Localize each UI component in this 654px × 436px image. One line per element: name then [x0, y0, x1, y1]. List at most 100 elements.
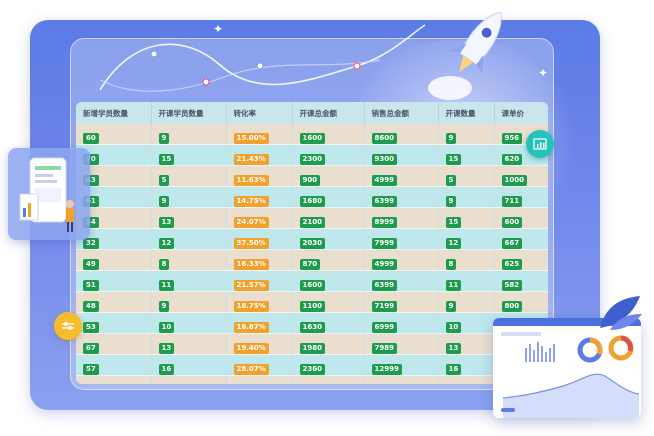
table-cell: 15 [438, 144, 495, 166]
column-header: 开课数量 [438, 102, 495, 124]
value-badge: 53 [83, 321, 99, 333]
value-badge: 19.40% [233, 342, 269, 354]
table-cell: 1980 [292, 333, 365, 355]
value-badge: 1980 [299, 342, 325, 354]
value-badge: 8600 [371, 132, 397, 144]
table-cell: 15 [438, 207, 495, 229]
value-badge: 37.50% [233, 237, 269, 249]
value-badge: 2300 [299, 153, 325, 165]
value-badge: 900 [299, 174, 321, 186]
table-cell: 9 [151, 291, 227, 313]
value-badge: 1680 [299, 195, 325, 207]
column-header: 新增学员数量 [76, 102, 152, 124]
table-cell: 4999 [364, 249, 439, 271]
table-cell: 51 [76, 270, 152, 292]
table-cell: 4999 [364, 165, 439, 187]
value-badge: 6399 [371, 195, 397, 207]
table-cell: 2030 [292, 228, 365, 250]
sliders-icon[interactable] [54, 312, 82, 340]
table-cell: 900 [292, 165, 365, 187]
value-badge: 2100 [299, 216, 325, 228]
table-cell: 1600 [292, 270, 365, 292]
table-cell: 11.63% [226, 165, 293, 187]
value-badge: 8 [445, 258, 457, 270]
table-row: 49 8 16.33% 870 4999 8 625 [76, 249, 548, 271]
table-cell: 21.43% [226, 144, 293, 166]
table-row: 60 9 15.00% 1600 8600 9 956 [76, 124, 548, 145]
column-header: 课单价 [494, 102, 548, 124]
table-row: 571628.07%23601299916812 [76, 354, 548, 376]
table-cell: 11 [151, 270, 227, 292]
table-row: 531018.87%1630699910700 [76, 312, 548, 334]
value-badge: 870 [299, 258, 321, 270]
value-badge: 9 [445, 195, 457, 207]
table-cell: 67 [76, 333, 152, 355]
table-cell: 5 [151, 165, 227, 187]
table-cell: 2100 [292, 207, 365, 229]
table-cell: 8 [151, 249, 227, 271]
table-cell: 8999 [364, 207, 439, 229]
value-badge: 13 [445, 342, 462, 354]
value-badge: 8999 [371, 216, 397, 228]
value-badge: 667 [501, 237, 523, 249]
table-cell: 15.00% [226, 124, 293, 145]
value-badge: 4999 [371, 174, 397, 186]
value-badge: 10 [158, 321, 175, 333]
table-row: 70 15 21.43% 2300 9300 15 620 [76, 144, 548, 166]
value-badge: 57 [83, 363, 99, 375]
table-cell: 9 [438, 124, 495, 145]
value-badge: 9 [445, 300, 457, 312]
table-cell: 9 [438, 291, 495, 313]
table-cell: 12999 [364, 354, 439, 376]
table-cell: 12 [438, 228, 495, 250]
value-badge: 9 [158, 132, 170, 144]
table-cell: 12 [438, 375, 495, 384]
table-cell: 10 [438, 312, 495, 334]
table-cell: 711 [494, 186, 548, 208]
table-cell: 16 [438, 354, 495, 376]
table-cell: 65 [76, 375, 152, 384]
table-cell: 13 [151, 333, 227, 355]
column-header: 转化率 [226, 102, 293, 124]
value-badge: 1100 [299, 300, 325, 312]
table-cell: 28.07% [226, 354, 293, 376]
table-cell: 18.46% [226, 375, 293, 384]
table-cell: 7999 [364, 228, 439, 250]
value-badge: 10 [445, 321, 462, 333]
table-cell: 60 [76, 124, 152, 145]
value-badge: 13 [158, 216, 175, 228]
value-badge: 16.33% [233, 258, 269, 270]
table-cell: 15 [151, 144, 227, 166]
table-cell: 1000 [494, 165, 548, 187]
value-badge: 21.57% [233, 279, 269, 291]
table-cell: 8600 [364, 124, 439, 145]
table-cell: 19.40% [226, 333, 293, 355]
value-badge: 13 [158, 342, 175, 354]
table-cell: 9 [151, 124, 227, 145]
value-badge: 9 [445, 132, 457, 144]
bar-chart-icon[interactable] [526, 130, 554, 158]
value-badge: 711 [501, 195, 523, 207]
value-badge: 12999 [371, 363, 402, 375]
value-badge: 2360 [299, 363, 325, 375]
table-cell: 16 [151, 354, 227, 376]
value-badge: 9 [158, 300, 170, 312]
table-row: 32 12 37.50% 2030 7999 12 667 [76, 228, 548, 250]
value-badge: 5 [158, 174, 170, 186]
table-cell: 13 [151, 207, 227, 229]
data-table: 新增学员数量 开课学员数量 转化率 开课总金额 销售总金额 开课数量 课单价 60 9 15.0… [76, 102, 548, 384]
table-cell: 10 [151, 312, 227, 334]
table-cell: 13 [438, 333, 495, 355]
table-cell: 7989 [364, 333, 439, 355]
table-cell: 625 [494, 249, 548, 271]
value-badge: 7999 [371, 237, 397, 249]
value-badge: 1630 [299, 321, 325, 333]
value-badge: 956 [501, 132, 523, 144]
value-badge: 12 [158, 237, 175, 249]
table-cell: 48 [76, 291, 152, 313]
value-badge: 625 [501, 258, 523, 270]
value-badge: 1600 [299, 279, 325, 291]
phone-illustration-panel [8, 148, 90, 240]
table-cell: 9 [438, 186, 495, 208]
value-badge: 18.87% [233, 321, 269, 333]
